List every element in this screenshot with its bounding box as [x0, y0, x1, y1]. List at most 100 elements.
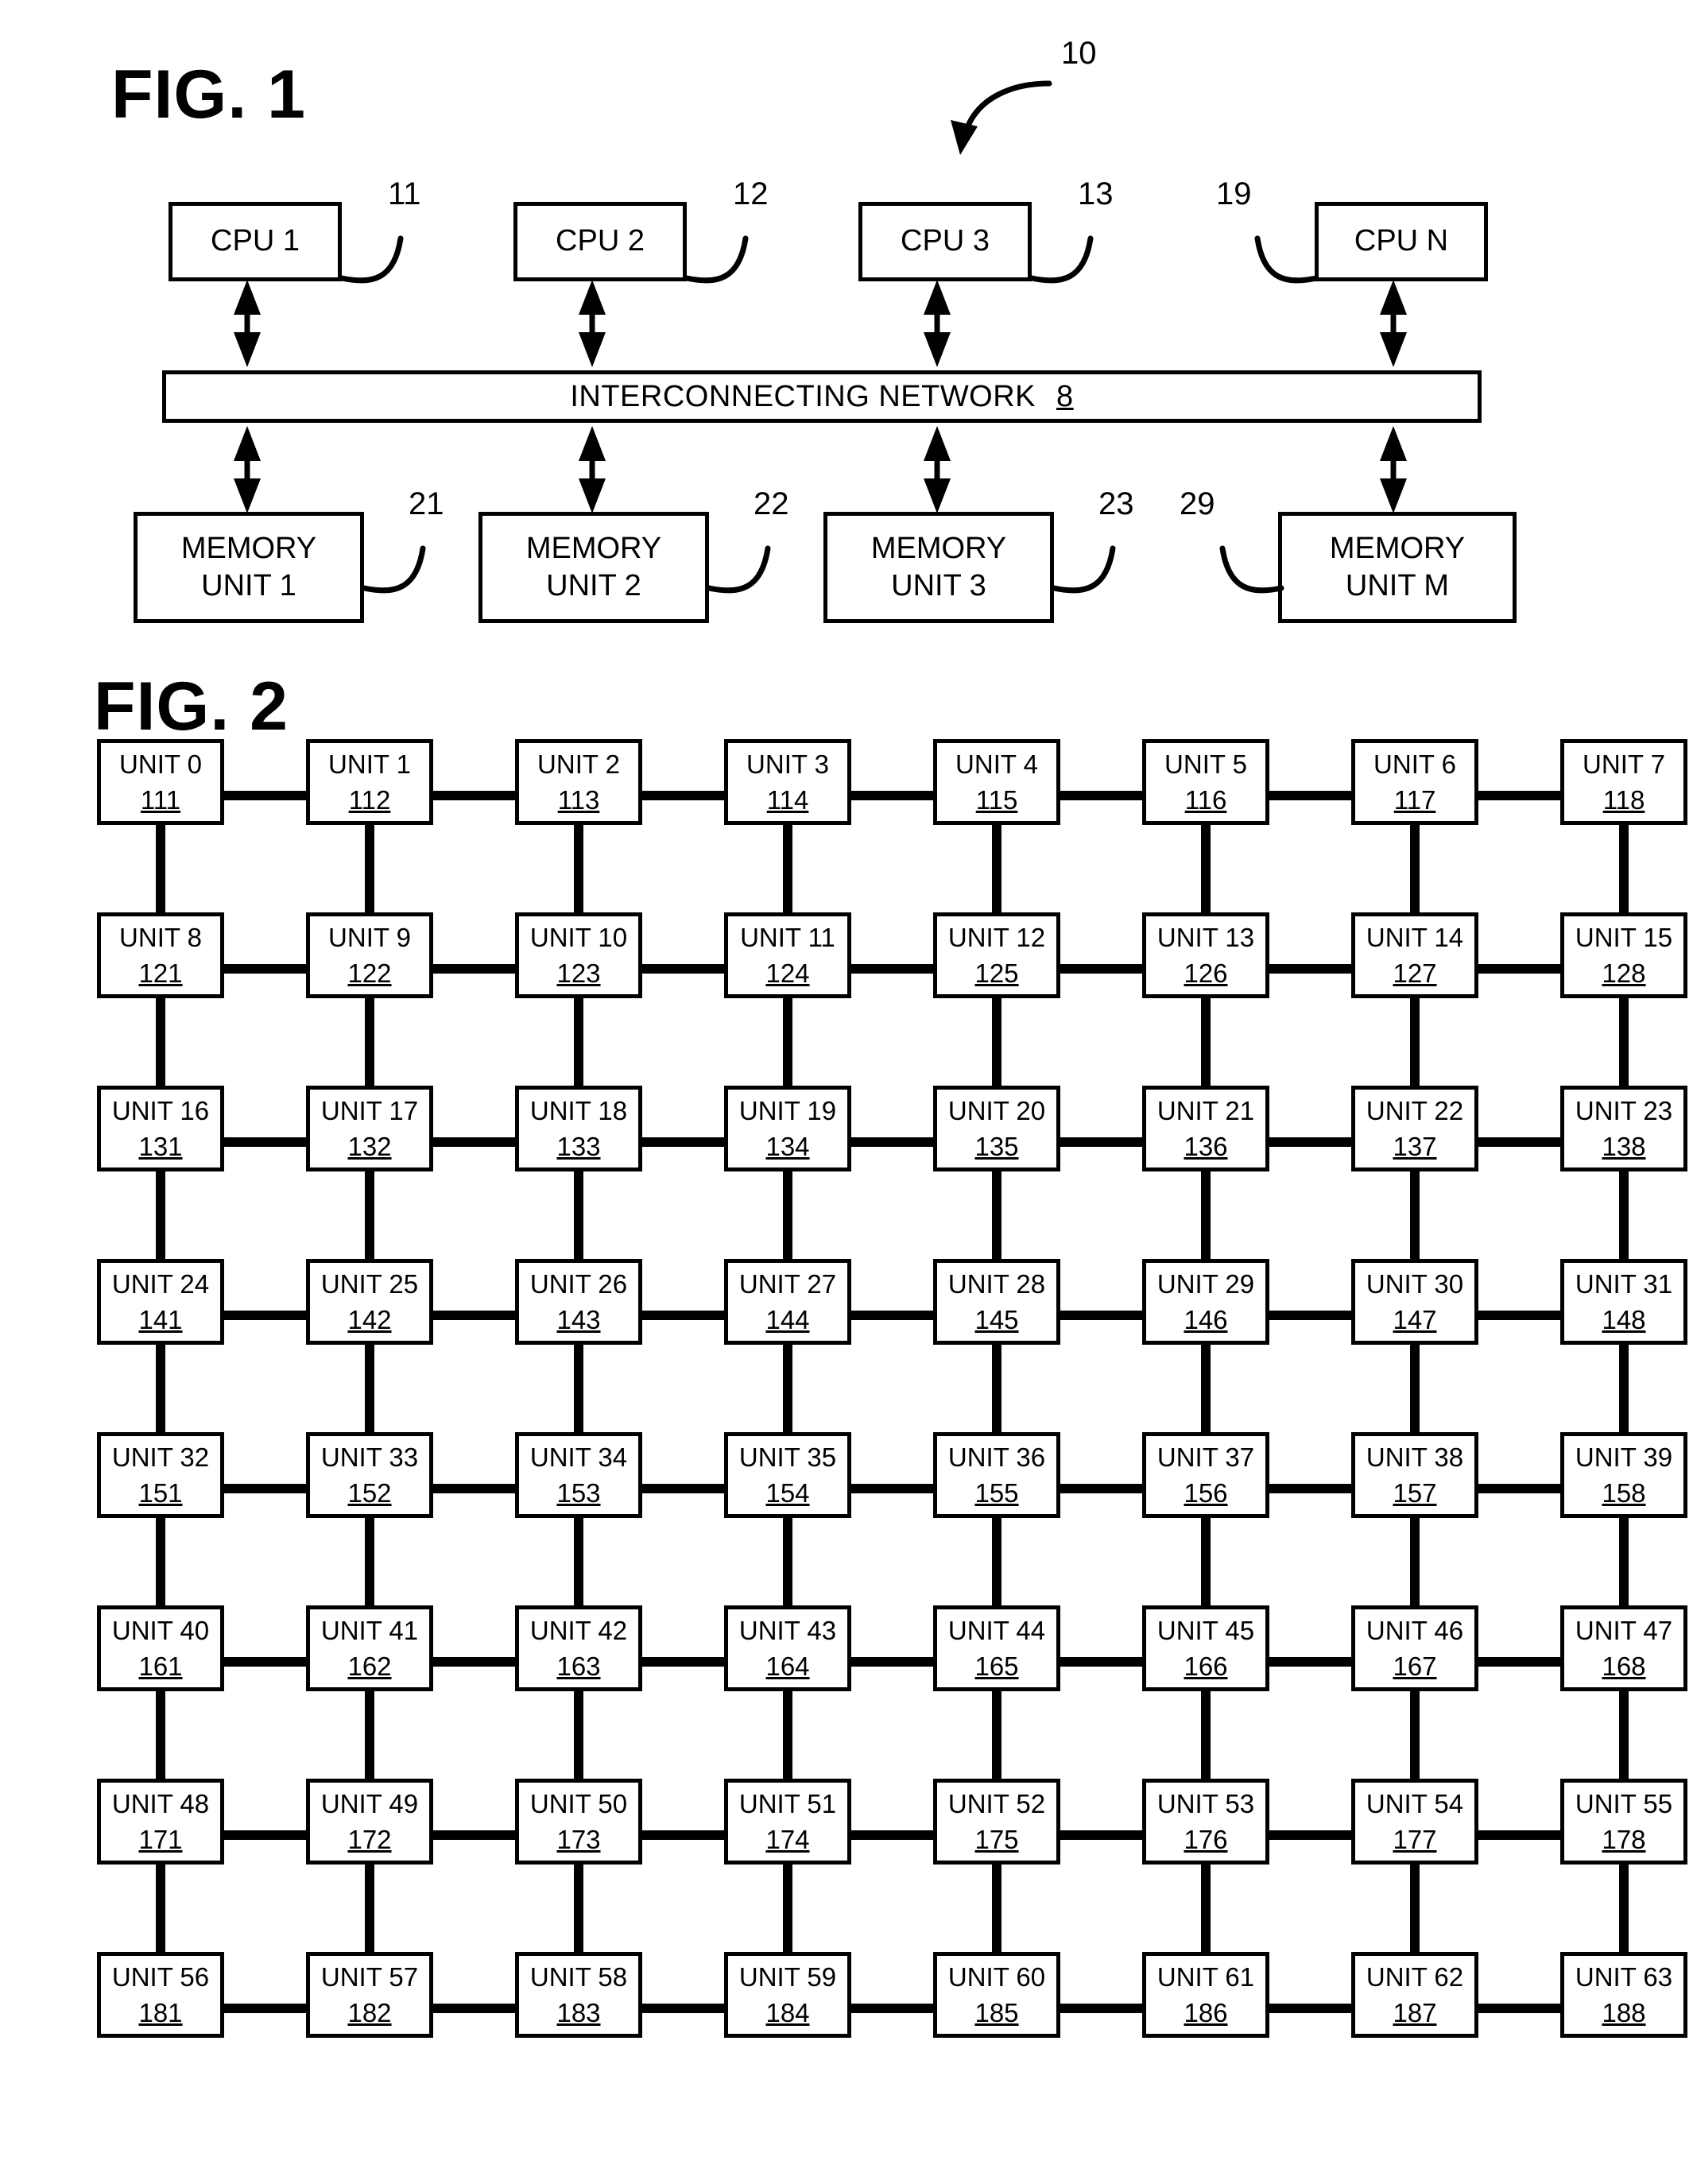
unit-cell-label: UNIT 39	[1575, 1442, 1673, 1472]
unit-cell[interactable]: UNIT 21 136	[1142, 1086, 1269, 1171]
mesh-link-horizontal	[221, 1310, 309, 1320]
mesh-link-vertical	[365, 822, 374, 916]
unit-cell[interactable]: UNIT 15 128	[1560, 912, 1687, 998]
interconnecting-network-bar[interactable]: INTERCONNECTING NETWORK 8	[162, 370, 1482, 423]
unit-cell-label: UNIT 27	[738, 1269, 837, 1299]
unit-cell[interactable]: UNIT 32 151	[97, 1432, 224, 1518]
unit-cell-ref-number: 157	[1393, 1478, 1437, 1508]
unit-cell[interactable]: UNIT 30 147	[1351, 1259, 1478, 1345]
unit-cell-label: UNIT 38	[1366, 1442, 1464, 1472]
unit-cell[interactable]: UNIT 63 188	[1560, 1952, 1687, 2038]
unit-cell-ref-number: 136	[1184, 1132, 1228, 1161]
unit-cell[interactable]: UNIT 37 156	[1142, 1432, 1269, 1518]
unit-cell[interactable]: UNIT 55 178	[1560, 1779, 1687, 1865]
unit-cell-ref-number: 143	[556, 1305, 601, 1334]
unit-cell[interactable]: UNIT 4 115	[933, 739, 1060, 825]
unit-cell[interactable]: UNIT 38 157	[1351, 1432, 1478, 1518]
unit-cell[interactable]: UNIT 17 132	[306, 1086, 433, 1171]
unit-cell[interactable]: UNIT 22 137	[1351, 1086, 1478, 1171]
unit-cell-label: UNIT 2	[537, 749, 620, 779]
unit-cell[interactable]: UNIT 20 135	[933, 1086, 1060, 1171]
unit-cell[interactable]: UNIT 18 133	[515, 1086, 642, 1171]
mesh-link-horizontal	[1475, 1137, 1563, 1147]
unit-cell[interactable]: UNIT 40 161	[97, 1605, 224, 1691]
unit-cell[interactable]: UNIT 28 145	[933, 1259, 1060, 1345]
memory-unit-3-box[interactable]: MEMORY UNIT 3	[823, 512, 1054, 623]
unit-cell-ref-number: 152	[347, 1478, 392, 1508]
unit-cell[interactable]: UNIT 54 177	[1351, 1779, 1478, 1865]
unit-cell[interactable]: UNIT 56 181	[97, 1952, 224, 2038]
cpu-2-box[interactable]: CPU 2	[513, 202, 687, 281]
cpu-1-box[interactable]: CPU 1	[169, 202, 342, 281]
unit-cell[interactable]: UNIT 48 171	[97, 1779, 224, 1865]
unit-cell-ref-number: 137	[1393, 1132, 1437, 1161]
unit-cell[interactable]: UNIT 50 173	[515, 1779, 642, 1865]
unit-cell[interactable]: UNIT 27 144	[724, 1259, 851, 1345]
unit-cell[interactable]: UNIT 36 155	[933, 1432, 1060, 1518]
unit-cell-label: UNIT 10	[529, 923, 628, 952]
mesh-link-vertical	[574, 995, 583, 1089]
unit-cell[interactable]: UNIT 33 152	[306, 1432, 433, 1518]
unit-cell[interactable]: UNIT 51 174	[724, 1779, 851, 1865]
unit-cell[interactable]: UNIT 16 131	[97, 1086, 224, 1171]
unit-cell-ref-number: 187	[1393, 1998, 1437, 2027]
unit-cell[interactable]: UNIT 29 146	[1142, 1259, 1269, 1345]
unit-cell[interactable]: UNIT 47 168	[1560, 1605, 1687, 1691]
unit-cell[interactable]: UNIT 0 111	[97, 739, 224, 825]
unit-cell[interactable]: UNIT 9 122	[306, 912, 433, 998]
unit-cell[interactable]: UNIT 23 138	[1560, 1086, 1687, 1171]
unit-cell[interactable]: UNIT 41 162	[306, 1605, 433, 1691]
cpu-n-box[interactable]: CPU N	[1315, 202, 1488, 281]
unit-cell[interactable]: UNIT 39 158	[1560, 1432, 1687, 1518]
memory-unit-2-box[interactable]: MEMORY UNIT 2	[478, 512, 709, 623]
cpu-n-network-arrow	[1380, 280, 1407, 367]
mesh-link-horizontal	[1266, 963, 1354, 974]
mesh-link-vertical	[1619, 1861, 1629, 1955]
unit-cell[interactable]: UNIT 6 117	[1351, 739, 1478, 825]
unit-cell[interactable]: UNIT 12 125	[933, 912, 1060, 998]
cpu-3-box[interactable]: CPU 3	[858, 202, 1032, 281]
unit-cell[interactable]: UNIT 45 166	[1142, 1605, 1269, 1691]
unit-cell[interactable]: UNIT 60 185	[933, 1952, 1060, 2038]
unit-cell[interactable]: UNIT 25 142	[306, 1259, 433, 1345]
unit-cell[interactable]: UNIT 43 164	[724, 1605, 851, 1691]
unit-cell[interactable]: UNIT 31 148	[1560, 1259, 1687, 1345]
unit-cell[interactable]: UNIT 58 183	[515, 1952, 642, 2038]
mesh-link-vertical	[1410, 1342, 1420, 1435]
unit-cell[interactable]: UNIT 57 182	[306, 1952, 433, 2038]
unit-cell[interactable]: UNIT 8 121	[97, 912, 224, 998]
unit-cell[interactable]: UNIT 49 172	[306, 1779, 433, 1865]
memory-unit-1-box[interactable]: MEMORY UNIT 1	[134, 512, 364, 623]
unit-cell[interactable]: UNIT 52 175	[933, 1779, 1060, 1865]
memory-unit-m-box[interactable]: MEMORY UNIT M	[1278, 512, 1517, 623]
unit-cell-label: UNIT 18	[529, 1096, 628, 1125]
unit-cell[interactable]: UNIT 62 187	[1351, 1952, 1478, 2038]
unit-cell[interactable]: UNIT 14 127	[1351, 912, 1478, 998]
unit-cell[interactable]: UNIT 19 134	[724, 1086, 851, 1171]
unit-cell[interactable]: UNIT 44 165	[933, 1605, 1060, 1691]
unit-cell-label: UNIT 47	[1575, 1616, 1673, 1645]
unit-cell[interactable]: UNIT 35 154	[724, 1432, 851, 1518]
unit-cell[interactable]: UNIT 10 123	[515, 912, 642, 998]
unit-cell[interactable]: UNIT 42 163	[515, 1605, 642, 1691]
unit-cell[interactable]: UNIT 3 114	[724, 739, 851, 825]
mesh-link-horizontal	[430, 1483, 518, 1493]
unit-cell[interactable]: UNIT 26 143	[515, 1259, 642, 1345]
mesh-link-vertical	[1619, 1168, 1629, 1262]
unit-cell[interactable]: UNIT 46 167	[1351, 1605, 1478, 1691]
unit-cell-label: UNIT 32	[111, 1442, 210, 1472]
unit-cell[interactable]: UNIT 1 112	[306, 739, 433, 825]
mesh-link-vertical	[1201, 995, 1211, 1089]
unit-cell[interactable]: UNIT 5 116	[1142, 739, 1269, 825]
unit-cell[interactable]: UNIT 7 118	[1560, 739, 1687, 825]
unit-cell[interactable]: UNIT 11 124	[724, 912, 851, 998]
unit-cell[interactable]: UNIT 53 176	[1142, 1779, 1269, 1865]
unit-cell[interactable]: UNIT 13 126	[1142, 912, 1269, 998]
unit-cell[interactable]: UNIT 34 153	[515, 1432, 642, 1518]
mesh-link-horizontal	[1266, 1830, 1354, 1840]
unit-cell[interactable]: UNIT 24 141	[97, 1259, 224, 1345]
unit-cell-label: UNIT 37	[1156, 1442, 1255, 1472]
unit-cell[interactable]: UNIT 59 184	[724, 1952, 851, 2038]
unit-cell[interactable]: UNIT 2 113	[515, 739, 642, 825]
unit-cell[interactable]: UNIT 61 186	[1142, 1952, 1269, 2038]
